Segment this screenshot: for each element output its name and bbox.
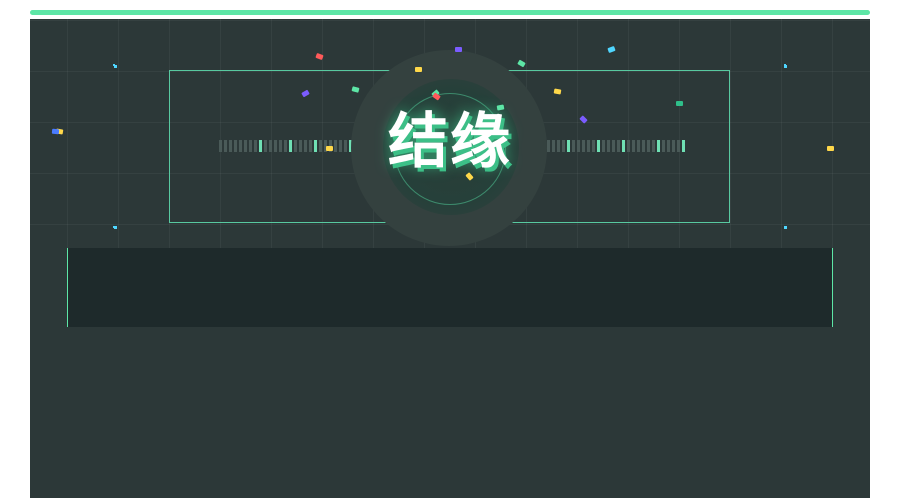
equalizer-bar bbox=[264, 140, 267, 152]
equalizer-bar bbox=[259, 140, 262, 152]
main-panel: 结缘 bbox=[30, 19, 870, 498]
banner-title: 结缘 bbox=[388, 107, 512, 177]
equalizer-bar bbox=[234, 140, 237, 152]
content-box bbox=[67, 248, 833, 327]
equalizer-bar bbox=[682, 140, 685, 152]
equalizer-bar bbox=[289, 140, 292, 152]
equalizer-bar bbox=[582, 140, 585, 152]
confetti-piece bbox=[51, 128, 60, 135]
equalizer-bar bbox=[562, 140, 565, 152]
confetti-piece bbox=[676, 101, 683, 106]
equalizer-bar bbox=[567, 140, 570, 152]
equalizer-bar bbox=[607, 140, 610, 152]
equalizer-right bbox=[527, 140, 685, 152]
equalizer-bar bbox=[219, 140, 222, 152]
spark-dot bbox=[784, 226, 787, 229]
equalizer-bar bbox=[617, 140, 620, 152]
equalizer-bar bbox=[552, 140, 555, 152]
spark-dot bbox=[114, 65, 117, 68]
equalizer-bar bbox=[314, 140, 317, 152]
equalizer-bar bbox=[334, 140, 337, 152]
page: 结缘 bbox=[0, 0, 900, 500]
equalizer-bar bbox=[294, 140, 297, 152]
equalizer-bar bbox=[344, 140, 347, 152]
equalizer-bar bbox=[249, 140, 252, 152]
equalizer-bar bbox=[587, 140, 590, 152]
spark-dot bbox=[114, 226, 117, 229]
equalizer-bar bbox=[239, 140, 242, 152]
confetti-piece bbox=[415, 67, 422, 72]
confetti-piece bbox=[553, 88, 562, 95]
top-accent-bar bbox=[30, 10, 870, 15]
equalizer-bar bbox=[284, 140, 287, 152]
equalizer-bar bbox=[229, 140, 232, 152]
equalizer-bar bbox=[637, 140, 640, 152]
equalizer-bar bbox=[677, 140, 680, 152]
equalizer-bar bbox=[254, 140, 257, 152]
equalizer-bar bbox=[647, 140, 650, 152]
equalizer-bar bbox=[597, 140, 600, 152]
confetti-piece bbox=[455, 47, 462, 52]
equalizer-bar bbox=[279, 140, 282, 152]
equalizer-bar bbox=[627, 140, 630, 152]
equalizer-bar bbox=[304, 140, 307, 152]
confetti-piece bbox=[326, 146, 333, 151]
equalizer-bar bbox=[642, 140, 645, 152]
equalizer-bar bbox=[244, 140, 247, 152]
equalizer-bar bbox=[557, 140, 560, 152]
equalizer-bar bbox=[274, 140, 277, 152]
equalizer-bar bbox=[577, 140, 580, 152]
equalizer-bar bbox=[657, 140, 660, 152]
equalizer-bar bbox=[309, 140, 312, 152]
equalizer-bar bbox=[667, 140, 670, 152]
equalizer-bar bbox=[224, 140, 227, 152]
confetti-piece bbox=[827, 146, 834, 151]
equalizer-bar bbox=[319, 140, 322, 152]
equalizer-bar bbox=[632, 140, 635, 152]
equalizer-bar bbox=[602, 140, 605, 152]
equalizer-bar bbox=[612, 140, 615, 152]
equalizer-bar bbox=[572, 140, 575, 152]
equalizer-bar bbox=[592, 140, 595, 152]
equalizer-bar bbox=[652, 140, 655, 152]
equalizer-bar bbox=[672, 140, 675, 152]
spark-dot bbox=[784, 65, 787, 68]
equalizer-bar bbox=[269, 140, 272, 152]
equalizer-bar bbox=[622, 140, 625, 152]
equalizer-bar bbox=[547, 140, 550, 152]
equalizer-bar bbox=[339, 140, 342, 152]
equalizer-bar bbox=[662, 140, 665, 152]
equalizer-bar bbox=[299, 140, 302, 152]
